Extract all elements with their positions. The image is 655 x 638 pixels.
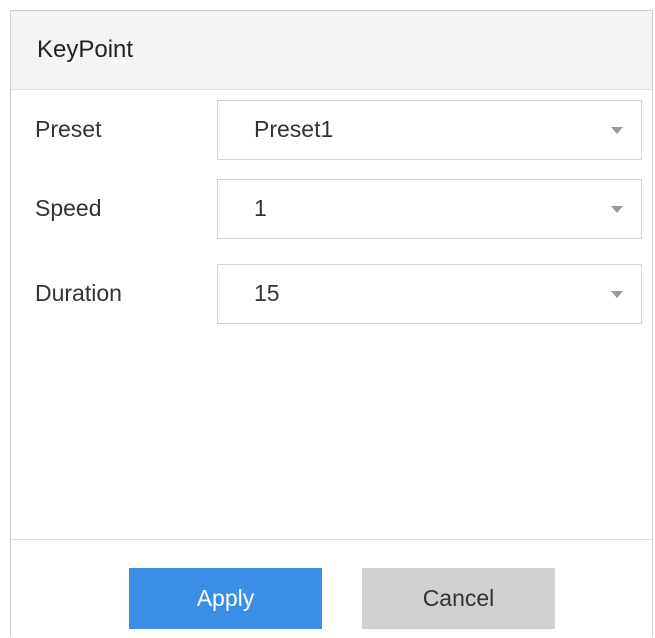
preset-label: Preset	[35, 116, 102, 142]
dialog-header: KeyPoint	[11, 11, 652, 90]
preset-row: Preset Preset1	[11, 100, 652, 160]
dialog-footer: Apply Cancel	[11, 539, 652, 638]
keypoint-dialog: KeyPoint Preset Preset1 Speed 1 Duration…	[10, 10, 653, 638]
duration-row: Duration 15	[11, 264, 652, 324]
dialog-title: KeyPoint	[37, 36, 134, 63]
preset-value: Preset1	[254, 116, 334, 142]
duration-select[interactable]: 15	[217, 264, 642, 324]
duration-label: Duration	[35, 280, 122, 306]
preset-select[interactable]: Preset1	[217, 100, 642, 160]
speed-row: Speed 1	[11, 179, 652, 239]
speed-select[interactable]: 1	[217, 179, 642, 239]
apply-button[interactable]: Apply	[129, 568, 322, 629]
speed-value: 1	[254, 195, 267, 221]
cancel-button[interactable]: Cancel	[362, 568, 555, 629]
chevron-down-icon	[611, 127, 623, 134]
duration-value: 15	[254, 280, 280, 306]
chevron-down-icon	[611, 206, 623, 213]
chevron-down-icon	[611, 291, 623, 298]
speed-label: Speed	[35, 195, 102, 221]
